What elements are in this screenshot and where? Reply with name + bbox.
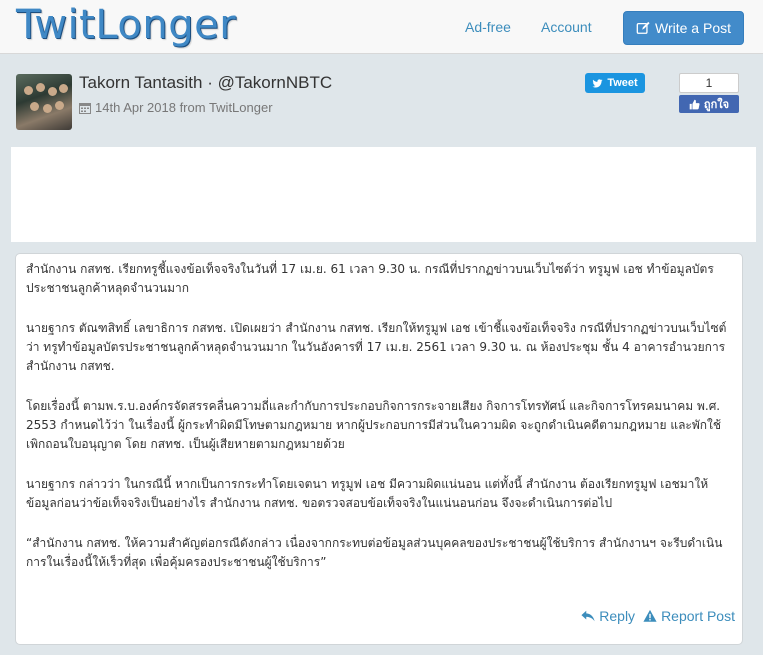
write-post-button[interactable]: Write a Post bbox=[623, 11, 744, 45]
like-button[interactable]: ถูกใจ bbox=[679, 95, 739, 113]
logo[interactable]: TwitLonger bbox=[16, 2, 236, 48]
report-label: Report Post bbox=[661, 608, 735, 624]
facebook-like-widget: 1 ถูกใจ bbox=[679, 73, 739, 113]
warning-icon bbox=[643, 609, 657, 622]
reply-arrow-icon bbox=[581, 610, 595, 622]
ad-placeholder bbox=[11, 147, 756, 242]
report-post-button[interactable]: Report Post bbox=[643, 608, 735, 624]
calendar-icon bbox=[79, 102, 91, 114]
post-paragraph: “สำนักงาน กสทช. ให้ความสำคัญต่อกรณีดังกล… bbox=[26, 536, 723, 569]
post-date: 14th Apr 2018 from TwitLonger bbox=[95, 100, 273, 115]
author-name[interactable]: Takorn Tantasith · @TakornNBTC bbox=[79, 73, 332, 93]
post-paragraph: นายฐากร ตัณฑสิทธิ์ เลขาธิการ กสทช. เปิดเ… bbox=[26, 321, 727, 373]
twitter-bird-icon bbox=[592, 78, 603, 88]
reply-label: Reply bbox=[599, 608, 636, 624]
nav-link-account[interactable]: Account bbox=[541, 19, 592, 35]
top-navbar: TwitLonger Ad-free Account Write a Post bbox=[0, 0, 763, 54]
nav-link-adfree[interactable]: Ad-free bbox=[465, 19, 511, 35]
post-header: Takorn Tantasith · @TakornNBTC 14th Apr … bbox=[0, 54, 763, 147]
tweet-button[interactable]: Tweet bbox=[585, 73, 645, 93]
post-paragraph: นายฐากร กล่าวว่า ในกรณีนี้ หากเป็นการกระ… bbox=[26, 477, 709, 510]
post-meta: 14th Apr 2018 from TwitLonger bbox=[79, 100, 273, 115]
reply-button[interactable]: Reply bbox=[581, 608, 635, 624]
avatar[interactable] bbox=[16, 74, 72, 130]
post-actions: Reply Report Post bbox=[581, 608, 735, 624]
tweet-label: Tweet bbox=[607, 77, 638, 89]
post-paragraph: โดยเรื่องนี้ ตามพ.ร.บ.องค์กรจัดสรรคลื่นค… bbox=[26, 399, 722, 451]
post-paragraph: สำนักงาน กสทช. เรียกทรูชี้แจงข้อเท็จจริง… bbox=[26, 262, 714, 295]
post-body: สำนักงาน กสทช. เรียกทรูชี้แจงข้อเท็จจริง… bbox=[15, 253, 743, 645]
write-post-label: Write a Post bbox=[655, 20, 731, 36]
thumbs-up-icon bbox=[689, 99, 700, 109]
like-count: 1 bbox=[679, 73, 739, 93]
pencil-square-icon bbox=[636, 21, 650, 34]
like-label: ถูกใจ bbox=[703, 99, 730, 111]
